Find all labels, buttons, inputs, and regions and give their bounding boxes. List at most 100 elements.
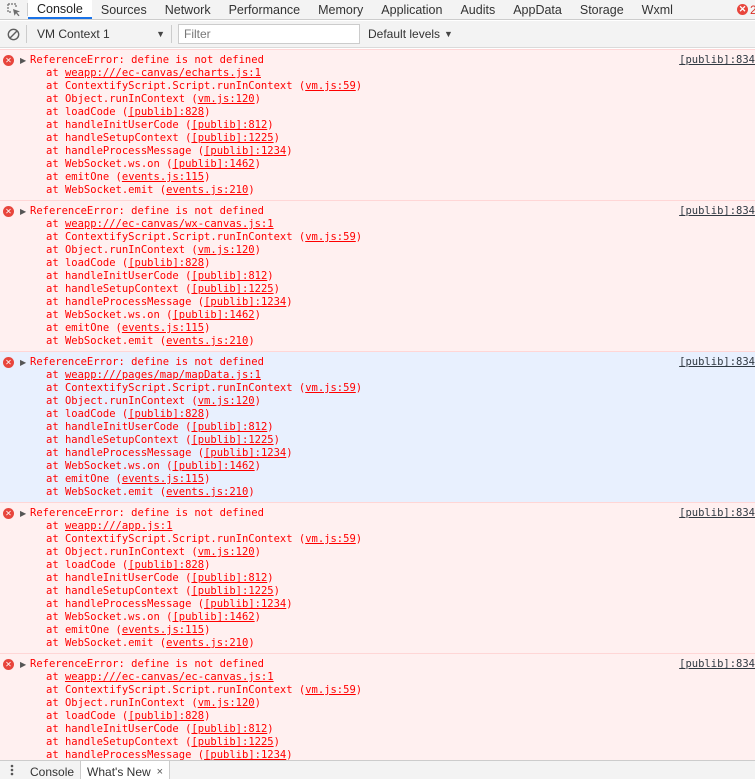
console-error-message[interactable]: ✕ ▶ ReferenceError: define is not defined [… bbox=[0, 351, 755, 502]
stack-frame-location-link[interactable]: [publib]:812 bbox=[191, 421, 267, 433]
stack-frame-function: WebSocket.ws.on bbox=[64, 460, 160, 472]
stack-frame-location-link[interactable]: weapp:///ec-canvas/ec-canvas.js:1 bbox=[65, 671, 274, 683]
tab-performance[interactable]: Performance bbox=[220, 0, 310, 19]
console-error-message[interactable]: ✕ ▶ ReferenceError: define is not defined [… bbox=[0, 200, 755, 351]
stack-frame-location-link[interactable]: [publib]:1225 bbox=[191, 283, 273, 295]
log-levels-dropdown[interactable]: Default levels ▼ bbox=[368, 27, 453, 41]
stack-frame-location-link[interactable]: vm.js:120 bbox=[198, 697, 255, 709]
message-source-link[interactable]: [publib]:834 bbox=[679, 356, 755, 369]
stack-frame-function: ContextifyScript.Script.runInContext bbox=[64, 80, 293, 92]
inspect-element-icon[interactable] bbox=[0, 0, 27, 19]
stack-frame-location-link[interactable]: events.js:115 bbox=[122, 322, 204, 334]
stack-frame-location-link[interactable]: vm.js:59 bbox=[305, 533, 356, 545]
drawer-tab-what-s-new[interactable]: What's New × bbox=[80, 761, 171, 779]
stack-frame-location-link[interactable]: events.js:115 bbox=[122, 171, 204, 183]
stack-frame-location-link[interactable]: vm.js:120 bbox=[198, 244, 255, 256]
more-vertical-icon[interactable] bbox=[0, 761, 24, 779]
tab-storage[interactable]: Storage bbox=[571, 0, 633, 19]
stack-frame: at WebSocket.ws.on ([publib]:1462) bbox=[46, 158, 261, 170]
stack-frame-location-link[interactable]: vm.js:59 bbox=[305, 684, 356, 696]
expand-triangle-icon[interactable]: ▶ bbox=[20, 507, 26, 520]
stack-frame-location-link[interactable]: vm.js:59 bbox=[305, 80, 356, 92]
clear-console-icon[interactable] bbox=[0, 28, 26, 41]
console-error-message[interactable]: ✕ ▶ ReferenceError: define is not defined [… bbox=[0, 49, 755, 200]
stack-frame: at Object.runInContext (vm.js:120) bbox=[46, 93, 261, 105]
console-error-message[interactable]: ✕ ▶ ReferenceError: define is not defined [… bbox=[0, 502, 755, 653]
stack-frame-location-link[interactable]: [publib]:1225 bbox=[191, 434, 273, 446]
tab-sources[interactable]: Sources bbox=[92, 0, 156, 19]
stack-frame-location-link[interactable]: [publib]:1234 bbox=[204, 145, 286, 157]
stack-frame-location-link[interactable]: [publib]:828 bbox=[128, 257, 204, 269]
stack-frame: at handleProcessMessage ([publib]:1234) bbox=[46, 145, 293, 157]
message-source-link[interactable]: [publib]:834 bbox=[679, 54, 755, 67]
error-count-badge[interactable]: ✕ 2 bbox=[737, 0, 755, 19]
stack-frame-location-link[interactable]: [publib]:812 bbox=[191, 723, 267, 735]
error-message-text: ReferenceError: define is not defined bbox=[30, 658, 264, 670]
stack-frame-location-link[interactable]: vm.js:59 bbox=[305, 382, 356, 394]
stack-frame-location-link[interactable]: [publib]:812 bbox=[191, 119, 267, 131]
tab-memory[interactable]: Memory bbox=[309, 0, 372, 19]
stack-frame-location-link[interactable]: [publib]:812 bbox=[191, 572, 267, 584]
drawer-tab-console[interactable]: Console bbox=[24, 761, 80, 779]
tab-console[interactable]: Console bbox=[28, 0, 92, 19]
context-selector-label: VM Context 1 bbox=[37, 27, 110, 41]
expand-triangle-icon[interactable]: ▶ bbox=[20, 54, 26, 67]
console-error-message[interactable]: ✕ ▶ ReferenceError: define is not defined [… bbox=[0, 653, 755, 760]
stack-frame-location-link[interactable]: weapp:///app.js:1 bbox=[65, 520, 172, 532]
tab-appdata[interactable]: AppData bbox=[504, 0, 571, 19]
stack-frame-location-link[interactable]: [publib]:1234 bbox=[204, 749, 286, 760]
stack-frame-location-link[interactable]: events.js:210 bbox=[166, 486, 248, 498]
stack-frame-location-link[interactable]: [publib]:828 bbox=[128, 106, 204, 118]
error-message-text: ReferenceError: define is not defined bbox=[30, 205, 264, 217]
expand-triangle-icon[interactable]: ▶ bbox=[20, 658, 26, 671]
stack-frame-location-link[interactable]: [publib]:1225 bbox=[191, 585, 273, 597]
stack-frame-location-link[interactable]: [publib]:1234 bbox=[204, 598, 286, 610]
message-source-link[interactable]: [publib]:834 bbox=[679, 205, 755, 218]
stack-frame-location-link[interactable]: events.js:210 bbox=[166, 184, 248, 196]
message-source-link[interactable]: [publib]:834 bbox=[679, 658, 755, 671]
stack-frame-location-link[interactable]: [publib]:1234 bbox=[204, 296, 286, 308]
stack-frame-location-link[interactable]: vm.js:59 bbox=[305, 231, 356, 243]
message-source-link[interactable]: [publib]:834 bbox=[679, 507, 755, 520]
stack-frame: at handleProcessMessage ([publib]:1234) bbox=[46, 447, 293, 459]
tab-application[interactable]: Application bbox=[372, 0, 451, 19]
stack-frame-location-link[interactable]: weapp:///ec-canvas/wx-canvas.js:1 bbox=[65, 218, 274, 230]
stack-frame-location-link[interactable]: events.js:210 bbox=[166, 637, 248, 649]
stack-frame-location-link[interactable]: [publib]:1225 bbox=[191, 132, 273, 144]
stack-frame-function: handleInitUserCode bbox=[64, 119, 179, 131]
stack-frame-location-link[interactable]: events.js:115 bbox=[122, 624, 204, 636]
stack-frame-location-link[interactable]: events.js:210 bbox=[166, 335, 248, 347]
stack-frame-location-link[interactable]: vm.js:120 bbox=[198, 546, 255, 558]
stack-frame-function: emitOne bbox=[64, 473, 110, 485]
tab-network[interactable]: Network bbox=[156, 0, 220, 19]
expand-triangle-icon[interactable]: ▶ bbox=[20, 356, 26, 369]
stack-frame-function: loadCode bbox=[64, 710, 116, 722]
devtools-tab-bar: Console Sources Network Performance Memory Ap… bbox=[0, 0, 755, 20]
stack-frame: at weapp:///app.js:1 bbox=[46, 520, 173, 532]
tab-wxml[interactable]: Wxml bbox=[633, 0, 682, 19]
console-toolbar: VM Context 1 ▼ Default levels ▼ bbox=[0, 21, 755, 48]
tab-audits[interactable]: Audits bbox=[451, 0, 504, 19]
stack-frame-location-link[interactable]: weapp:///pages/map/mapData.js:1 bbox=[65, 369, 261, 381]
stack-frame-location-link[interactable]: [publib]:1462 bbox=[172, 460, 254, 472]
stack-frame: at emitOne (events.js:115) bbox=[46, 171, 211, 183]
filter-input[interactable] bbox=[178, 24, 360, 44]
stack-frame-location-link[interactable]: [publib]:1462 bbox=[172, 158, 254, 170]
stack-frame-location-link[interactable]: weapp:///ec-canvas/echarts.js:1 bbox=[65, 67, 261, 79]
close-icon[interactable]: × bbox=[157, 766, 163, 778]
stack-frame-location-link[interactable]: vm.js:120 bbox=[198, 395, 255, 407]
stack-frame-location-link[interactable]: [publib]:828 bbox=[128, 408, 204, 420]
stack-frame-location-link[interactable]: [publib]:1462 bbox=[172, 309, 254, 321]
stack-frame-location-link[interactable]: vm.js:120 bbox=[198, 93, 255, 105]
stack-frame-location-link[interactable]: [publib]:828 bbox=[128, 710, 204, 722]
stack-frame-location-link[interactable]: [publib]:1225 bbox=[191, 736, 273, 748]
stack-frame-location-link[interactable]: [publib]:1234 bbox=[204, 447, 286, 459]
stack-frame-function: emitOne bbox=[64, 171, 110, 183]
console-messages[interactable]: ✕ ▶ ReferenceError: define is not defined [… bbox=[0, 49, 755, 760]
expand-triangle-icon[interactable]: ▶ bbox=[20, 205, 26, 218]
context-selector[interactable]: VM Context 1 ▼ bbox=[27, 27, 171, 41]
stack-frame-location-link[interactable]: [publib]:1462 bbox=[172, 611, 254, 623]
stack-frame-location-link[interactable]: events.js:115 bbox=[122, 473, 204, 485]
stack-frame-location-link[interactable]: [publib]:812 bbox=[191, 270, 267, 282]
stack-frame-location-link[interactable]: [publib]:828 bbox=[128, 559, 204, 571]
